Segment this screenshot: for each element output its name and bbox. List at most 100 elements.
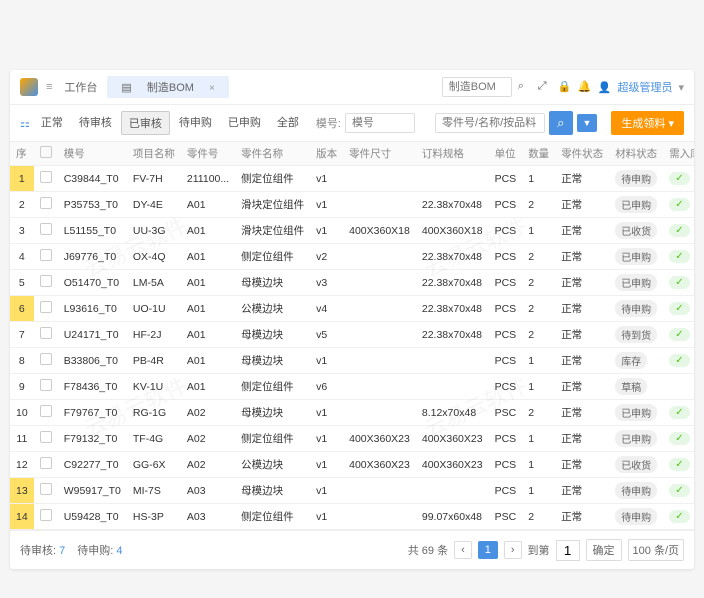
row-checkbox[interactable]: [40, 353, 52, 365]
psize-cell: 400X360X23: [343, 426, 416, 452]
close-tab-icon[interactable]: ×: [203, 80, 221, 97]
bell-icon[interactable]: 🔔: [578, 80, 592, 94]
row-checkbox[interactable]: [40, 197, 52, 209]
qty-cell: 1: [522, 348, 555, 374]
table-row[interactable]: 11F79132_T0TF-4GA02侧定位组件v1400X360X23400X…: [10, 426, 694, 452]
stock-cell: ✓: [663, 270, 694, 296]
order-input[interactable]: [345, 113, 415, 133]
generate-material-button[interactable]: 生成领料 ▾: [611, 111, 684, 135]
part-cell: A03: [181, 504, 235, 530]
top-search-input[interactable]: [442, 77, 512, 97]
row-checkbox[interactable]: [40, 379, 52, 391]
filter-tab-5[interactable]: 全部: [270, 111, 306, 135]
search-icon[interactable]: ⌕: [518, 80, 532, 94]
pname-cell: 侧定位组件: [235, 426, 310, 452]
col-header[interactable]: 零件状态: [555, 142, 609, 166]
next-page-button[interactable]: ›: [504, 541, 522, 559]
filter-tab-3[interactable]: 待申购: [172, 111, 219, 135]
filter-tab-4[interactable]: 已申购: [221, 111, 268, 135]
table-row[interactable]: 6L93616_T0UO-1UA01公模边块v422.38x70x48PCS2正…: [10, 296, 694, 322]
jump-page-input[interactable]: [556, 540, 580, 561]
table-row[interactable]: 3L51155_T0UU-3GA01滑块定位组件v1400X360X18400X…: [10, 218, 694, 244]
pstat-cell: 正常: [555, 426, 609, 452]
col-header[interactable]: [34, 142, 58, 166]
col-header[interactable]: 订料规格: [416, 142, 489, 166]
row-index: 10: [10, 400, 34, 426]
qty-cell: 2: [522, 270, 555, 296]
col-header[interactable]: 数量: [522, 142, 555, 166]
col-header[interactable]: 项目名称: [127, 142, 181, 166]
table-row[interactable]: 1C39844_T0FV-7H211100...侧定位组件v1PCS1正常待申购…: [10, 166, 694, 192]
table-row[interactable]: 8B33806_T0PB-4RA01母模边块v1PCS1正常库存✓: [10, 348, 694, 374]
part-cell: A01: [181, 322, 235, 348]
breadcrumb-page-tab[interactable]: ▤ 制造BOM ×: [107, 76, 228, 98]
row-checkbox[interactable]: [40, 457, 52, 469]
table-row[interactable]: 2P35753_T0DY-4EA01滑块定位组件v122.38x70x48PCS…: [10, 192, 694, 218]
filter-tab-0[interactable]: 正常: [34, 111, 70, 135]
pagination: 共 69 条 ‹ 1 › 到第 确定 100 条/页: [408, 539, 684, 561]
table-row[interactable]: 10F79767_T0RG-1GA02母模边块v18.12x70x48PSC2正…: [10, 400, 694, 426]
row-index: 6: [10, 296, 34, 322]
search-button[interactable]: ⌕: [549, 111, 572, 135]
data-table: 序模号项目名称零件号零件名称版本零件尺寸订料规格单位数量零件状态材料状态需入库材…: [10, 142, 694, 530]
unit-cell: PCS: [489, 348, 523, 374]
lock-icon[interactable]: 🔒: [558, 80, 572, 94]
unit-cell: PCS: [489, 270, 523, 296]
breadcrumb-home[interactable]: 工作台: [58, 76, 103, 98]
col-header[interactable]: 需入库: [663, 142, 694, 166]
page-number-button[interactable]: 1: [478, 541, 498, 559]
filter-tab-1[interactable]: 待审核: [72, 111, 119, 135]
part-cell: A01: [181, 296, 235, 322]
col-header[interactable]: 模号: [58, 142, 127, 166]
col-header[interactable]: 零件名称: [235, 142, 310, 166]
row-checkbox[interactable]: [40, 275, 52, 287]
col-header[interactable]: 材料状态: [609, 142, 663, 166]
col-header[interactable]: 零件号: [181, 142, 235, 166]
psize-cell: [343, 504, 416, 530]
row-checkbox[interactable]: [40, 483, 52, 495]
pname-cell: 侧定位组件: [235, 504, 310, 530]
col-header[interactable]: 零件尺寸: [343, 142, 416, 166]
filter-tab-2[interactable]: 已审核: [121, 111, 170, 135]
filter-icon[interactable]: ⚏: [20, 117, 30, 130]
row-checkbox[interactable]: [40, 301, 52, 313]
qty-cell: 1: [522, 452, 555, 478]
part-search-input[interactable]: [435, 113, 545, 133]
prev-page-button[interactable]: ‹: [454, 541, 472, 559]
table-row[interactable]: 9F78436_T0KV-1UA01侧定位组件v6PCS1正常草稿: [10, 374, 694, 400]
mold-cell: L51155_T0: [58, 218, 127, 244]
expand-icon[interactable]: ⤢: [538, 80, 552, 94]
table-row[interactable]: 14U59428_T0HS-3PA03侧定位组件v199.07x60x48PSC…: [10, 504, 694, 530]
row-checkbox[interactable]: [40, 249, 52, 261]
table-row[interactable]: 13W95917_T0MI-7SA03母模边块v1PCS1正常待申购✓M0000…: [10, 478, 694, 504]
confirm-page-button[interactable]: 确定: [586, 539, 622, 561]
col-header[interactable]: 版本: [310, 142, 343, 166]
row-checkbox[interactable]: [40, 171, 52, 183]
table-row[interactable]: 7U24171_T0HF-2JA01母模边块v522.38x70x48PCS2正…: [10, 322, 694, 348]
chevron-down-icon[interactable]: ▾: [678, 81, 684, 94]
mstat-cell: 已申购: [609, 244, 663, 270]
part-cell: A02: [181, 400, 235, 426]
col-header[interactable]: 单位: [489, 142, 523, 166]
table-row[interactable]: 4J69776_T0OX-4QA01侧定位组件v222.38x70x48PCS2…: [10, 244, 694, 270]
row-checkbox[interactable]: [40, 431, 52, 443]
row-index: 4: [10, 244, 34, 270]
row-checkbox[interactable]: [40, 223, 52, 235]
menu-icon[interactable]: ≡: [46, 81, 52, 93]
col-header[interactable]: 序: [10, 142, 34, 166]
search-dropdown-button[interactable]: ▼: [577, 114, 598, 132]
row-checkbox[interactable]: [40, 327, 52, 339]
mold-cell: O51470_T0: [58, 270, 127, 296]
user-name[interactable]: 超级管理员: [617, 79, 672, 95]
row-checkbox[interactable]: [40, 509, 52, 521]
spec-cell: 8.12x70x48: [416, 400, 489, 426]
page-size-select[interactable]: 100 条/页: [628, 539, 684, 561]
topbar: ≡ 工作台 ▤ 制造BOM × ⌕ ⤢ 🔒 🔔 👤 超级管理员 ▾: [10, 70, 694, 105]
spec-cell: 22.38x70x48: [416, 244, 489, 270]
row-index: 5: [10, 270, 34, 296]
table-row[interactable]: 5O51470_T0LM-5AA01母模边块v322.38x70x48PCS2正…: [10, 270, 694, 296]
table-row[interactable]: 12C92277_T0GG-6XA02公模边块v1400X360X23400X3…: [10, 452, 694, 478]
select-all-checkbox[interactable]: [40, 146, 52, 158]
row-checkbox[interactable]: [40, 405, 52, 417]
psize-cell: [343, 192, 416, 218]
